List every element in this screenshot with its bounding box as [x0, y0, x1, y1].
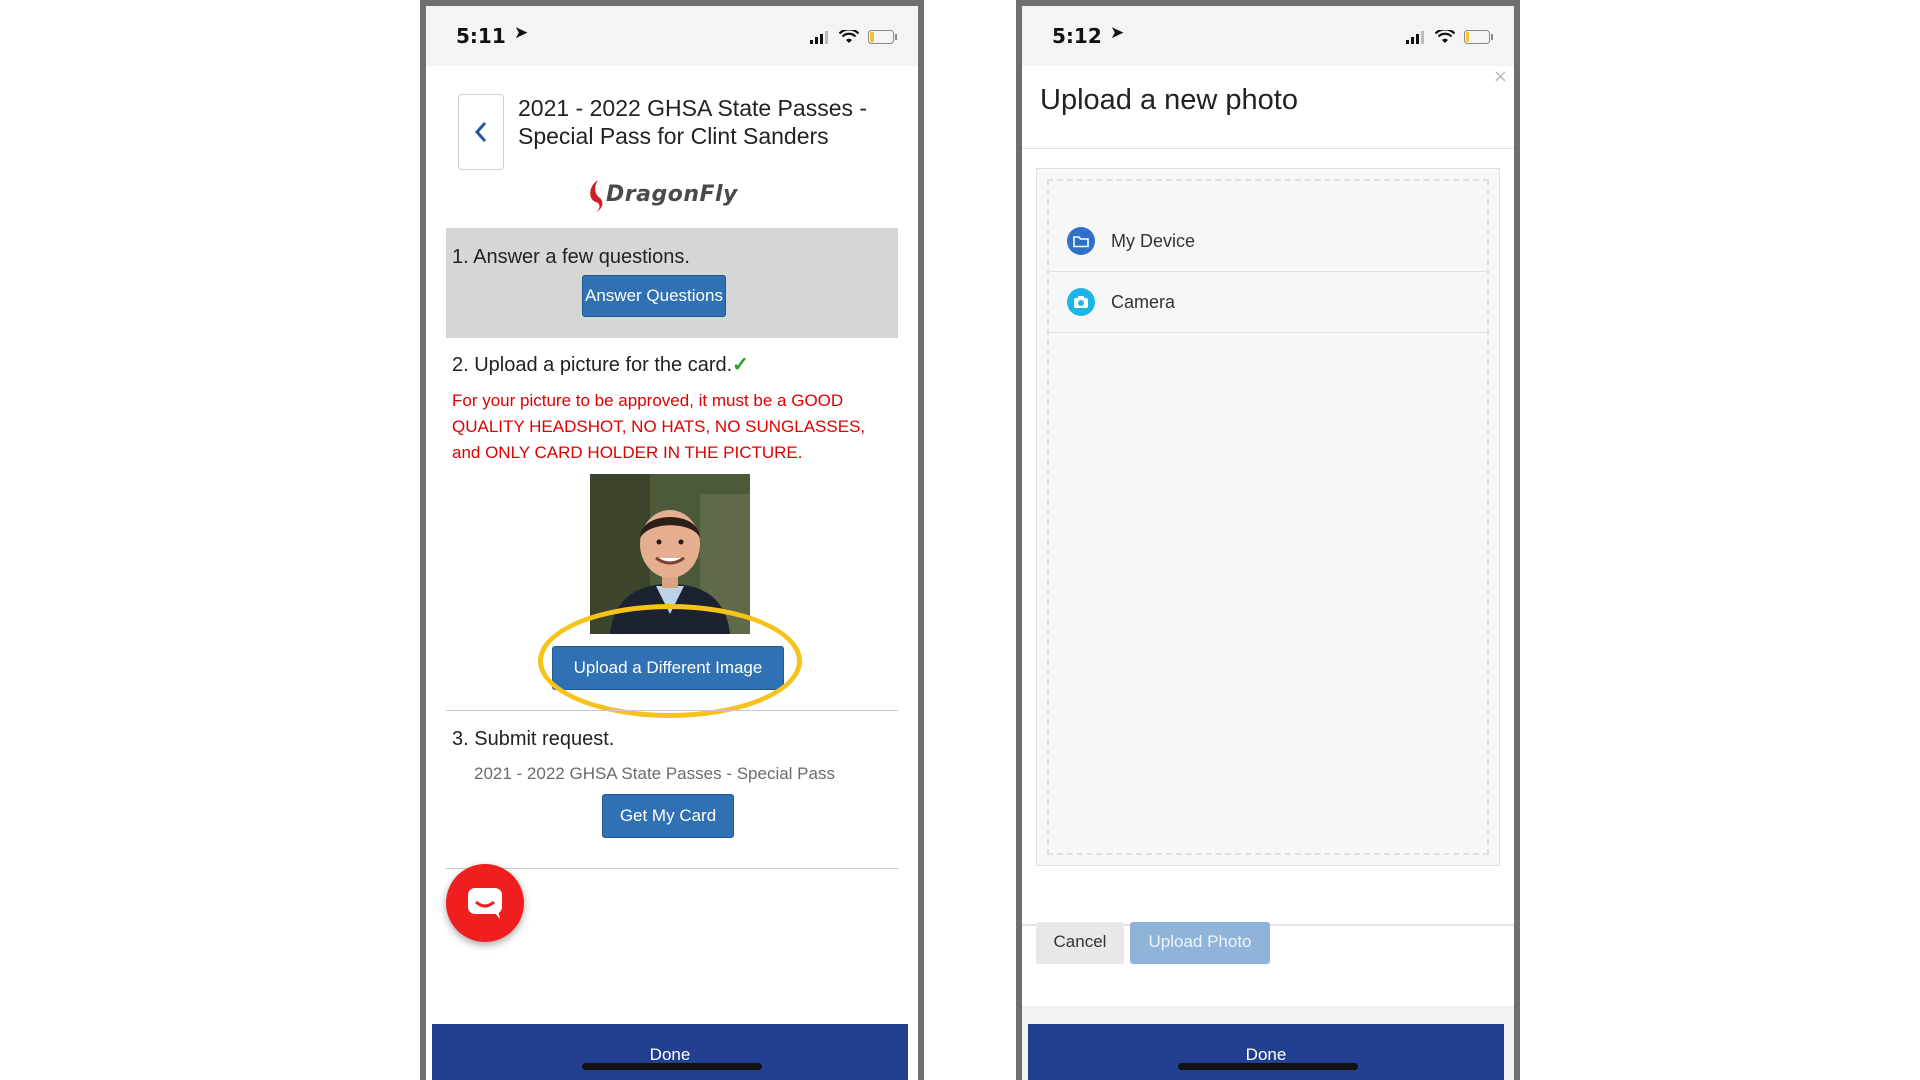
- dragonfly-logo: DragonFly: [586, 178, 766, 218]
- dragonfly-logo-mark: [590, 180, 603, 214]
- source-label: Camera: [1111, 292, 1176, 312]
- divider: [446, 868, 898, 869]
- phone-screen-left: 5:11 ➤ 2021 - 2022 GHSA State Passes - S…: [420, 0, 924, 1080]
- divider: [1022, 148, 1514, 149]
- status-time: 5:12: [1052, 24, 1102, 48]
- step3-label: 3. Submit request.: [452, 728, 615, 750]
- phone-screen-right: 5:12 ➤ Upload a new photo × My Device Ca…: [1016, 0, 1520, 1080]
- step1-label: 1. Answer a few questions.: [452, 246, 690, 268]
- source-picker: My Device Camera: [1036, 168, 1500, 866]
- location-arrow-icon: ➤: [1110, 23, 1125, 43]
- pass-name: 2021 - 2022 GHSA State Passes - Special …: [474, 764, 835, 783]
- status-bar: 5:11 ➤: [426, 6, 918, 66]
- status-icons: [806, 26, 898, 45]
- page-title: 2021 - 2022 GHSA State Passes - Special …: [518, 95, 868, 149]
- wifi-icon: [838, 27, 860, 43]
- home-indicator: [582, 1063, 762, 1070]
- cancel-button[interactable]: Cancel: [1036, 922, 1124, 964]
- pass-request-screen: 2021 - 2022 GHSA State Passes - Special …: [426, 66, 918, 1080]
- done-button[interactable]: Done: [1028, 1024, 1504, 1080]
- upload-photo-screen: Upload a new photo × My Device Camera Ca…: [1022, 66, 1514, 1080]
- status-icons: [1402, 26, 1494, 45]
- get-my-card-button[interactable]: Get My Card: [602, 794, 734, 838]
- upload-photo-modal: Upload a new photo × My Device Camera Ca…: [1022, 66, 1514, 1006]
- logo-text: DragonFly: [606, 182, 738, 207]
- chat-icon: [468, 888, 502, 919]
- checkmark-icon: ✓: [732, 354, 749, 376]
- chevron-left-icon: [474, 122, 487, 142]
- battery-icon: [1464, 29, 1493, 44]
- step-answer-questions: 1. Answer a few questions. Answer Questi…: [446, 228, 898, 338]
- source-label: My Device: [1111, 231, 1196, 251]
- source-camera[interactable]: Camera: [1049, 272, 1487, 333]
- home-indicator: [1178, 1063, 1358, 1070]
- divider: [446, 710, 898, 711]
- source-my-device[interactable]: My Device: [1049, 211, 1487, 272]
- photo-requirements-warning: For your picture to be approved, it must…: [452, 391, 866, 462]
- close-icon[interactable]: ×: [1493, 66, 1508, 87]
- status-bar: 5:12 ➤: [1022, 6, 1514, 66]
- step2-heading: 2. Upload a picture for the card.✓: [452, 352, 749, 377]
- step2-label: 2. Upload a picture for the card.: [452, 354, 733, 376]
- answer-questions-button[interactable]: Answer Questions: [582, 275, 726, 317]
- battery-icon: [868, 29, 897, 44]
- signal-icon: [809, 30, 828, 44]
- upload-photo-button[interactable]: Upload Photo: [1130, 922, 1270, 964]
- location-arrow-icon: ➤: [514, 23, 529, 43]
- chat-launcher-button[interactable]: [446, 864, 524, 942]
- wifi-icon: [1434, 27, 1456, 43]
- folder-icon: [1067, 227, 1095, 255]
- back-button[interactable]: [458, 94, 504, 170]
- modal-title: Upload a new photo: [1040, 84, 1298, 116]
- done-button[interactable]: Done: [432, 1024, 908, 1080]
- camera-icon: [1067, 288, 1095, 316]
- status-time: 5:11: [456, 24, 506, 48]
- drop-zone[interactable]: My Device Camera: [1047, 179, 1489, 855]
- highlight-annotation: [538, 604, 802, 718]
- signal-icon: [1405, 30, 1424, 44]
